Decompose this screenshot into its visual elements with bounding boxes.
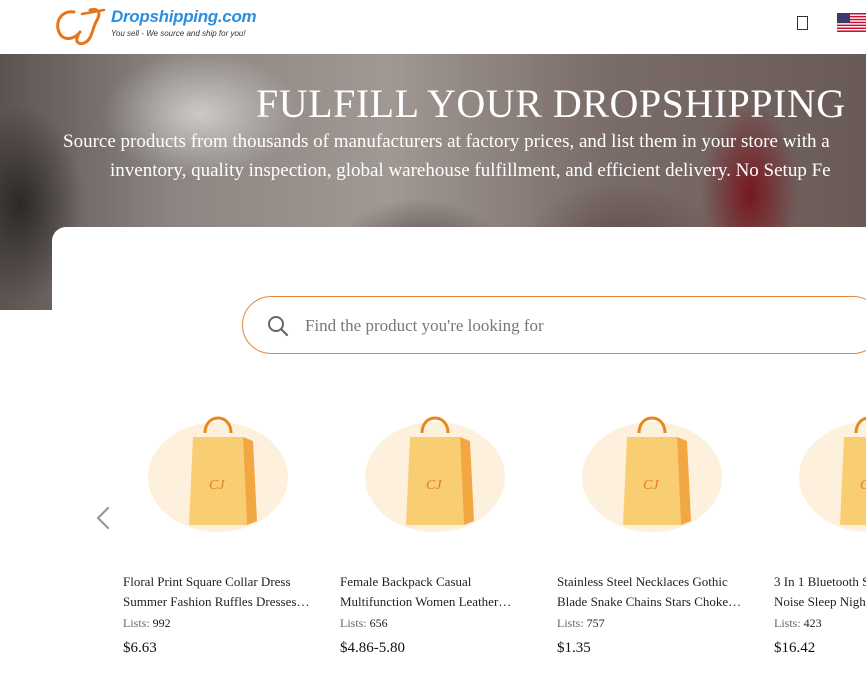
search-input[interactable]: [303, 307, 827, 345]
chevron-left-icon[interactable]: [92, 505, 114, 531]
site-logo[interactable]: Dropshipping.com You sell - We source an…: [52, 2, 272, 48]
product-name[interactable]: Floral Print Square Collar Dress Summer …: [123, 572, 318, 612]
search-icon[interactable]: [266, 314, 290, 338]
product-price: $1.35: [557, 640, 591, 656]
shopping-bag-icon: CJ: [148, 416, 288, 532]
product-name[interactable]: Female Backpack Casual Multifunction Wom…: [340, 572, 535, 612]
product-name[interactable]: Stainless Steel Necklaces Gothic Blade S…: [557, 572, 752, 612]
logo-text: Dropshipping.com: [111, 7, 257, 26]
product-price: $16.42: [774, 640, 816, 656]
product-price: $4.86-5.80: [340, 640, 405, 656]
cj-logo-icon: [56, 8, 106, 46]
hero-subtitle-line2: inventory, quality inspection, global wa…: [110, 160, 831, 181]
shopping-bag-icon: CJ: [799, 416, 866, 532]
shopping-bag-icon: CJ: [365, 416, 505, 532]
product-lists-count: Lists: 656: [340, 616, 388, 630]
cart-icon[interactable]: [797, 16, 808, 30]
us-flag-icon[interactable]: [837, 13, 866, 32]
svg-text:CJ: CJ: [426, 478, 442, 493]
product-lists-count: Lists: 757: [557, 616, 605, 630]
svg-text:CJ: CJ: [209, 478, 225, 493]
svg-text:CJ: CJ: [643, 478, 659, 493]
hero-subtitle-line1: Source products from thousands of manufa…: [63, 131, 830, 152]
svg-text:CJ: CJ: [860, 478, 866, 493]
search-bar[interactable]: [242, 296, 866, 354]
product-price: $6.63: [123, 640, 157, 656]
logo-tagline: You sell - We source and ship for you!: [111, 29, 246, 38]
site-header: Dropshipping.com You sell - We source an…: [0, 0, 866, 54]
product-card[interactable]: CJ 3 In 1 Bluetooth S Noise Sleep Nigh L…: [774, 405, 866, 665]
product-name[interactable]: 3 In 1 Bluetooth S Noise Sleep Nigh: [774, 572, 866, 612]
product-lists-count: Lists: 423: [774, 616, 822, 630]
product-lists-count: Lists: 992: [123, 616, 171, 630]
hero-title: FULFILL YOUR DROPSHIPPING: [256, 81, 846, 126]
shopping-bag-icon: CJ: [582, 416, 722, 532]
